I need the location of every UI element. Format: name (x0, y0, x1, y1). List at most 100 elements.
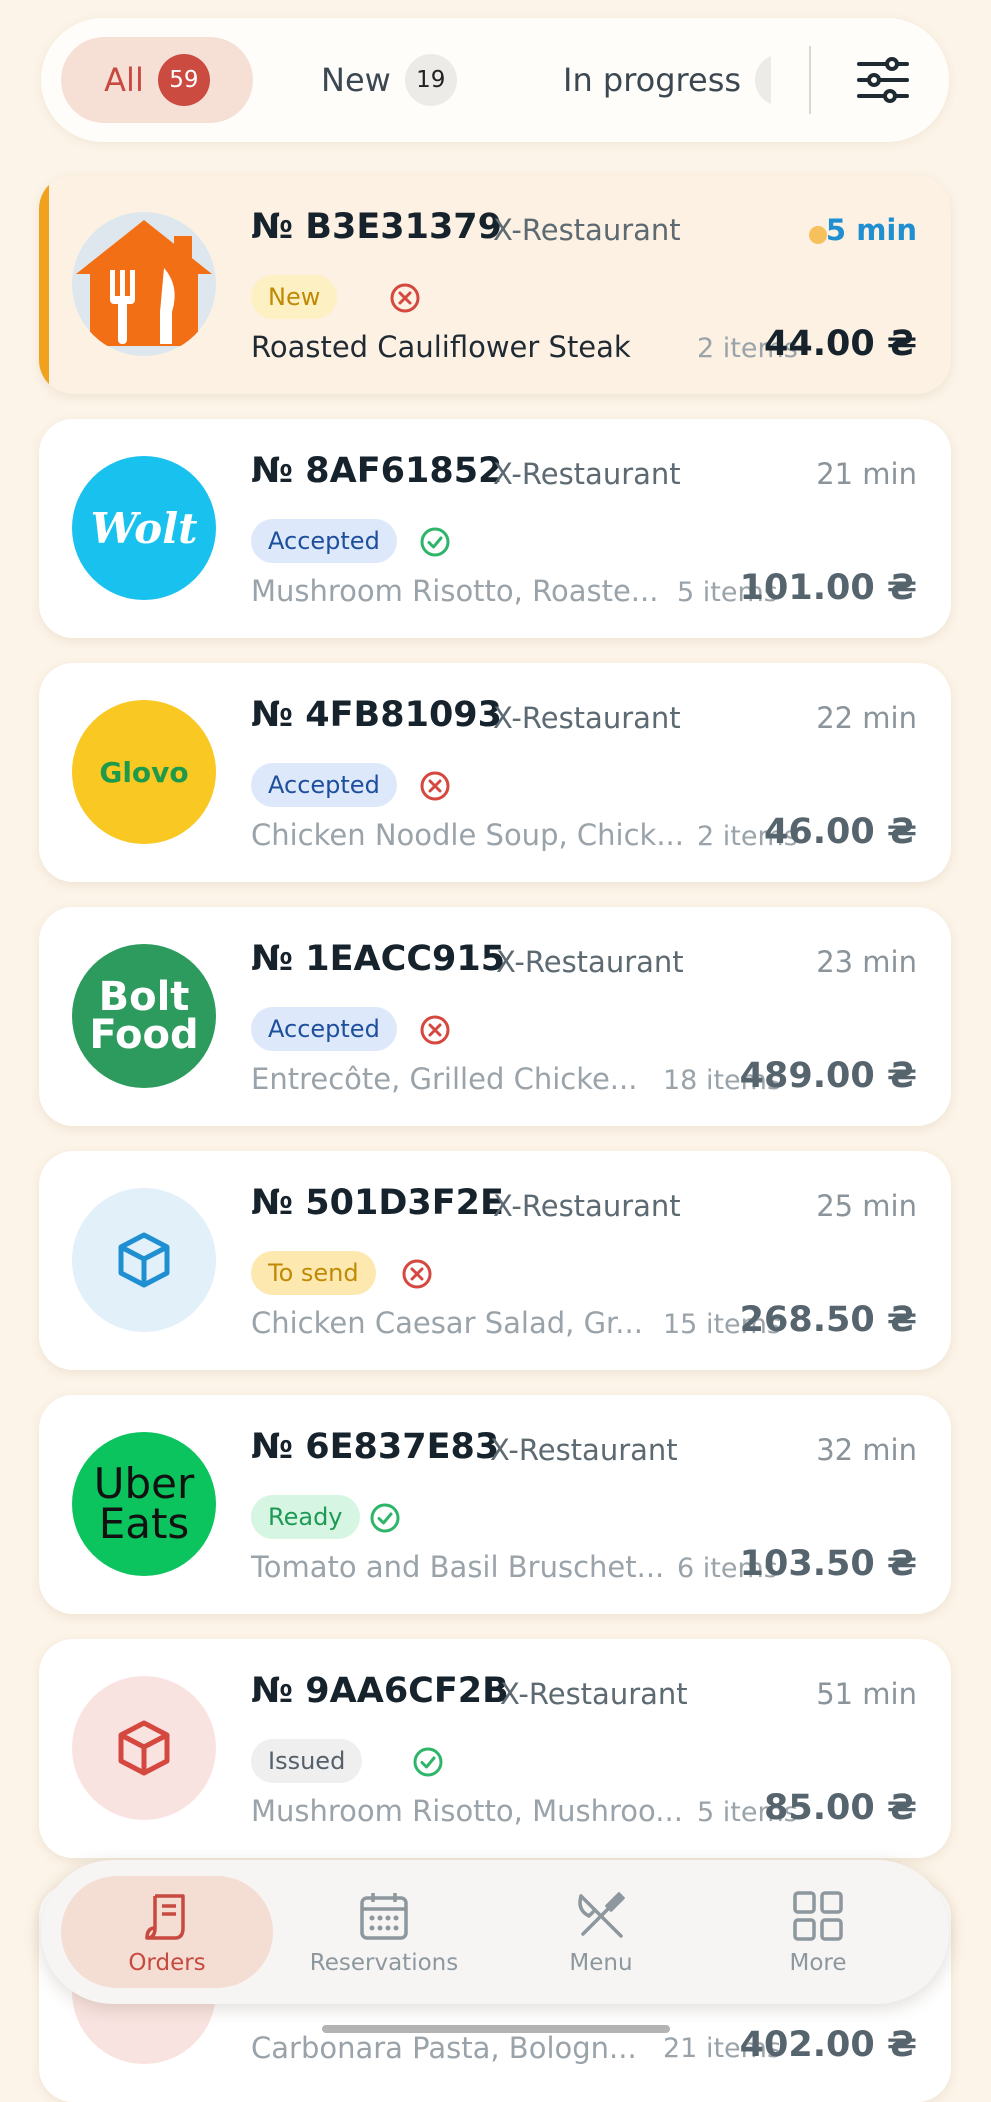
order-time: 22 min (816, 701, 917, 735)
status-badge: To send (251, 1251, 376, 1295)
order-filter-bar: All 59 New 19 In progress 4 (41, 18, 949, 142)
restaurant-name: X-Restaurant (493, 701, 681, 735)
filter-chip-all[interactable]: All 59 (61, 37, 253, 123)
filter-chip-label: All (104, 61, 144, 99)
brand-text: Food (89, 1012, 199, 1058)
order-time: 51 min (816, 1677, 917, 1711)
order-card[interactable]: Bolt Food № 1EACC915 X-Restaurant 23 min… (39, 907, 951, 1126)
order-time: 32 min (816, 1433, 917, 1467)
nav-label: Menu (569, 1950, 633, 1976)
order-price: 101.00 ₴ (739, 568, 917, 608)
check-circle-icon[interactable] (369, 1502, 401, 1534)
restaurant-name: X-Restaurant (493, 457, 681, 491)
order-card[interactable]: № 9AA6CF2B X-Restaurant 51 min Issued Mu… (39, 1639, 951, 1858)
check-circle-icon[interactable] (419, 526, 451, 558)
status-badge: Accepted (251, 519, 397, 563)
order-card[interactable]: № B3E31379 X-Restaurant 5 min New Roaste… (39, 175, 951, 394)
status-badge: Ready (251, 1495, 360, 1539)
new-order-dot (809, 226, 827, 244)
order-time: 23 min (816, 945, 917, 979)
calendar-icon (360, 1893, 408, 1940)
status-badge: New (251, 275, 338, 319)
filter-chip-count: 59 (157, 54, 210, 106)
home-indicator[interactable] (322, 2025, 670, 2033)
order-items: Mushroom Risotto, Roaste... (251, 574, 659, 608)
order-items: Chicken Caesar Salad, Gr... (251, 1306, 643, 1340)
filter-chip-scroller[interactable]: All 59 New 19 In progress 4 (41, 18, 771, 142)
delivery-house-logo (72, 212, 216, 356)
order-items: Carbonara Pasta, Bologn... (251, 2031, 637, 2065)
restaurant-name: X-Restaurant (493, 1189, 681, 1223)
wolt-logo: Wolt (72, 456, 216, 600)
restaurant-name: X-Restaurant (496, 945, 684, 979)
filter-divider (809, 46, 811, 114)
receipt-icon (145, 1894, 185, 1940)
brand-text: Bolt (98, 974, 190, 1020)
order-card[interactable]: Wolt № 8AF61852 X-Restaurant 21 min Acce… (39, 419, 951, 638)
nav-reservations[interactable]: Reservations (278, 1876, 490, 1988)
restaurant-name: X-Restaurant (500, 1677, 688, 1711)
grid-icon (793, 1891, 843, 1941)
filter-chip-in-progress[interactable]: In progress 4 (563, 37, 771, 123)
filter-chip-label: In progress (563, 61, 742, 99)
nav-menu[interactable]: Menu (495, 1876, 707, 1988)
order-items: Entrecôte, Grilled Chicke... (251, 1062, 638, 1096)
order-items: Mushroom Risotto, Mushroo... (251, 1794, 683, 1828)
restaurant-name: X-Restaurant (493, 213, 681, 247)
order-number: № B3E31379 (251, 207, 502, 247)
order-items: Roasted Cauliflower Steak (251, 330, 631, 364)
order-number: № 6E837E83 (251, 1427, 500, 1467)
filter-chip-new[interactable]: New 19 (321, 37, 457, 123)
order-card[interactable]: Uber Eats № 6E837E83 X-Restaurant 32 min… (39, 1395, 951, 1614)
bolt-food-logo: Bolt Food (72, 944, 216, 1088)
package-icon-blue (72, 1188, 216, 1332)
package-icon-red (72, 1676, 216, 1820)
order-number: № 501D3F2E (251, 1183, 504, 1223)
brand-text: Glovo (99, 755, 189, 789)
order-items: Tomato and Basil Bruschet... (251, 1550, 665, 1584)
x-circle-icon[interactable] (419, 1014, 451, 1046)
brand-text: Eats (98, 1499, 190, 1548)
order-time: 5 min (825, 213, 917, 247)
nav-orders[interactable]: Orders (61, 1876, 273, 1988)
order-price: 44.00 ₴ (764, 324, 917, 364)
order-number: № 4FB81093 (251, 695, 502, 735)
urgent-stripe (39, 175, 49, 394)
order-price: 489.00 ₴ (739, 1056, 917, 1096)
order-number: № 8AF61852 (251, 451, 503, 491)
nav-label: Orders (128, 1950, 206, 1976)
order-time: 25 min (816, 1189, 917, 1223)
filter-chip-count: 4 (755, 54, 771, 106)
order-price: 402.00 ₴ (739, 2025, 917, 2065)
x-circle-icon[interactable] (389, 282, 421, 314)
restaurant-name: X-Restaurant (490, 1433, 678, 1467)
nav-label: More (789, 1950, 847, 1976)
order-price: 46.00 ₴ (764, 812, 917, 852)
brand-text: Uber (93, 1459, 195, 1508)
order-time: 21 min (816, 457, 917, 491)
uber-eats-logo: Uber Eats (72, 1432, 216, 1576)
order-price: 268.50 ₴ (739, 1300, 917, 1340)
status-badge: Accepted (251, 1007, 397, 1051)
order-price: 103.50 ₴ (739, 1544, 917, 1584)
order-price: 85.00 ₴ (764, 1788, 917, 1828)
utensils-icon (578, 1892, 625, 1938)
check-circle-icon[interactable] (412, 1746, 444, 1778)
status-badge: Accepted (251, 763, 397, 807)
bottom-navigation: Orders Reservations Menu More (41, 1860, 949, 2004)
order-items: Chicken Noodle Soup, Chick... (251, 818, 684, 852)
nav-more[interactable]: More (712, 1876, 924, 1988)
filter-chip-count: 19 (404, 54, 457, 106)
status-badge: Issued (251, 1739, 363, 1783)
glovo-logo: Glovo (72, 700, 216, 844)
nav-label: Reservations (309, 1950, 459, 1976)
order-number: № 9AA6CF2B (251, 1671, 509, 1711)
filter-sliders-icon[interactable] (856, 53, 910, 107)
x-circle-icon[interactable] (401, 1258, 433, 1290)
order-card[interactable]: Glovo № 4FB81093 X-Restaurant 22 min Acc… (39, 663, 951, 882)
x-circle-icon[interactable] (419, 770, 451, 802)
brand-text: Wolt (90, 503, 198, 553)
order-card[interactable]: № 501D3F2E X-Restaurant 25 min To send C… (39, 1151, 951, 1370)
filter-chip-label: New (321, 61, 391, 99)
order-number: № 1EACC915 (251, 939, 506, 979)
